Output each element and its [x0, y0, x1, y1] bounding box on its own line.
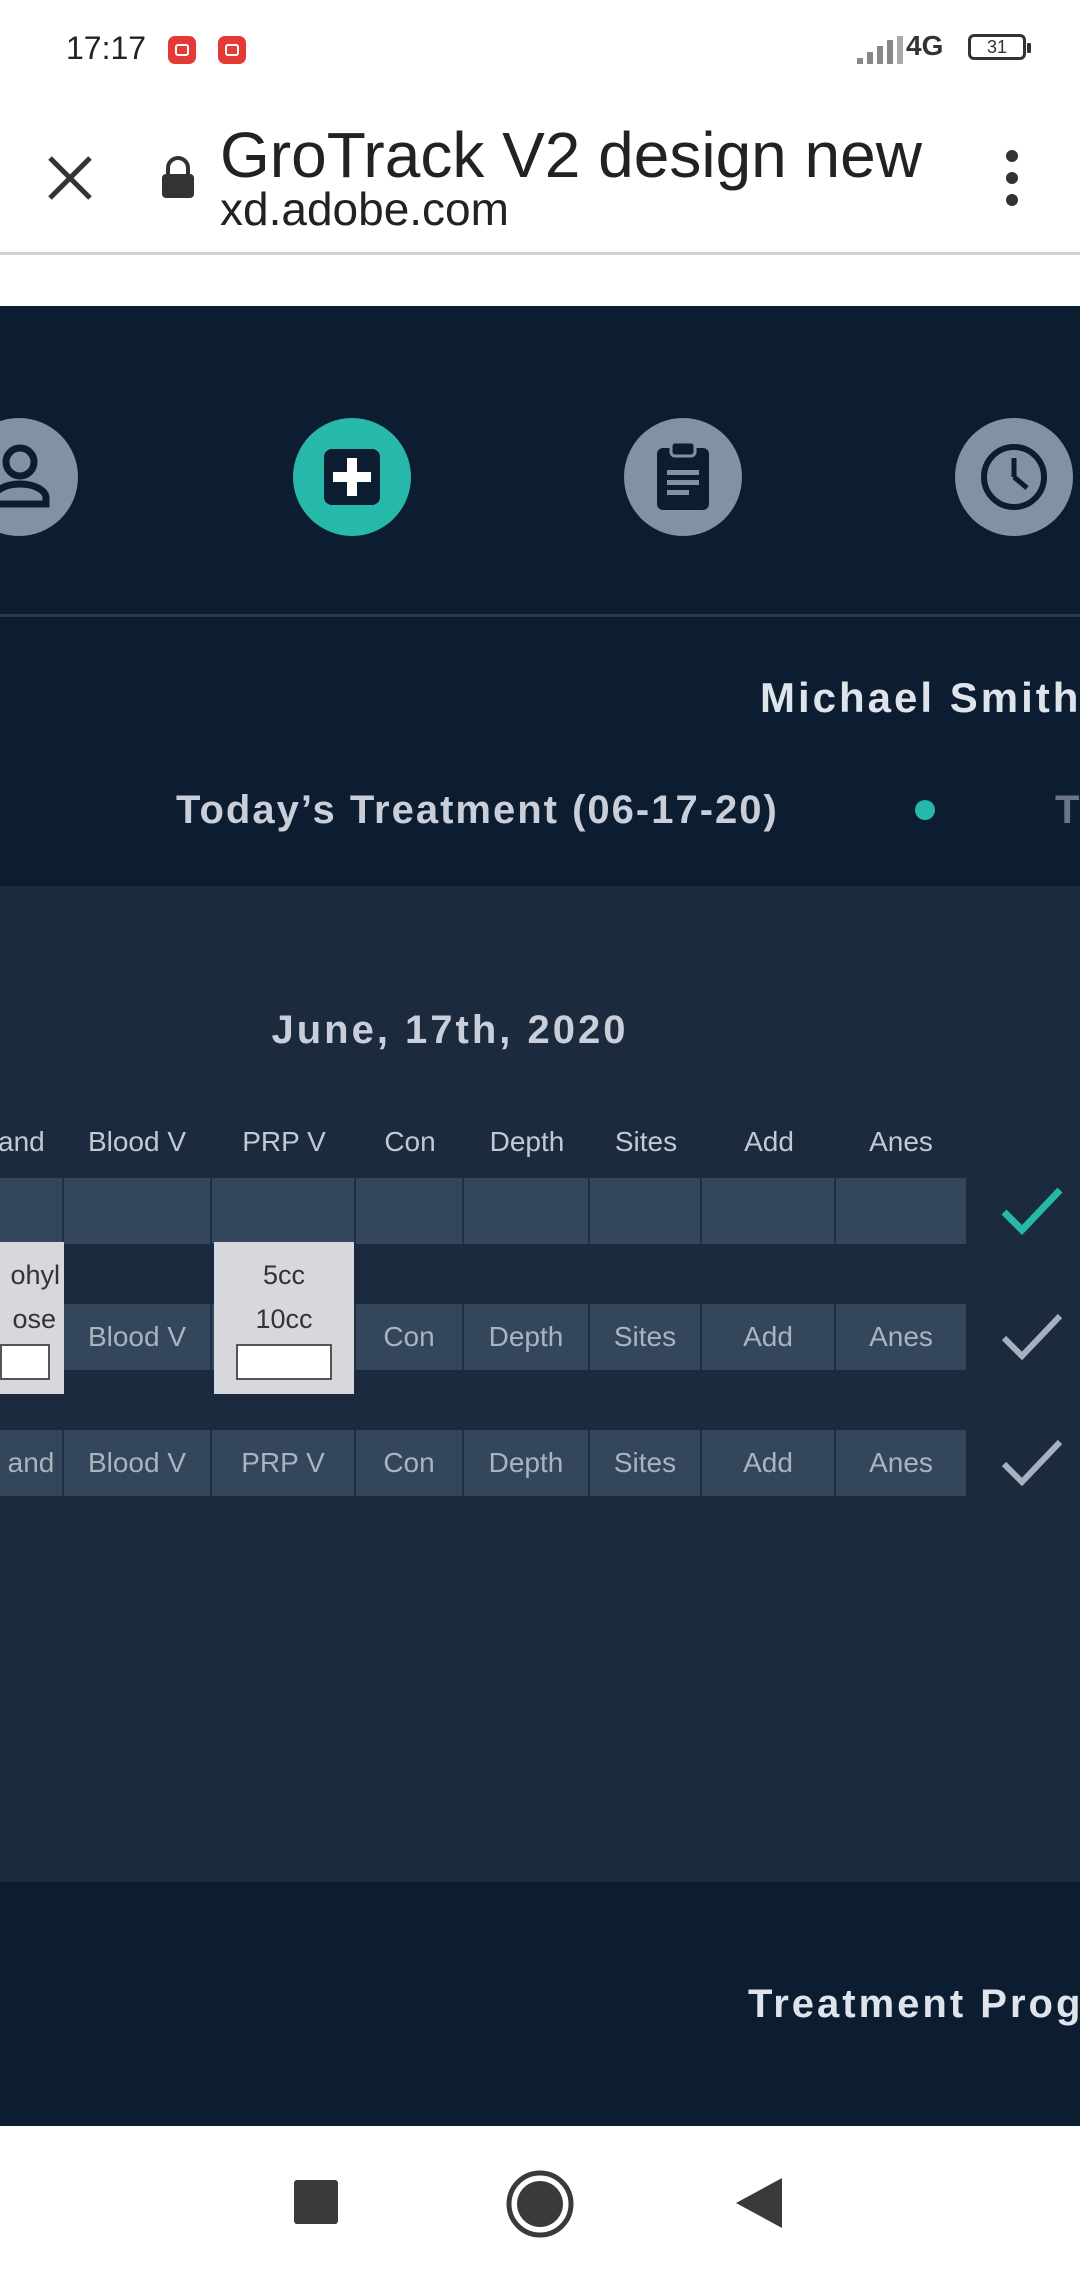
more-options-icon[interactable]	[996, 142, 1032, 214]
table-row[interactable]	[0, 1178, 966, 1244]
network-type: 4G	[906, 30, 944, 61]
clock-icon[interactable]	[955, 418, 1073, 536]
page-margin	[0, 255, 1080, 306]
back-icon[interactable]	[734, 2176, 784, 2230]
table-cell[interactable]: Con	[356, 1304, 464, 1370]
page-url[interactable]: xd.adobe.com	[220, 182, 509, 236]
check-icon[interactable]	[1000, 1436, 1064, 1490]
dropdown-popup[interactable]: ohyl ose	[0, 1242, 64, 1394]
table-cell[interactable]: Blood V	[64, 1430, 212, 1496]
active-tab-indicator	[915, 800, 935, 820]
column-header: Con	[384, 1126, 436, 1157]
check-icon[interactable]	[1000, 1184, 1064, 1238]
table-cell[interactable]	[0, 1178, 64, 1244]
system-nav-bar	[0, 2126, 1080, 2280]
browser-toolbar: GroTrack V2 design new xd.adobe.com	[0, 100, 1080, 255]
column-header: Sites	[614, 1126, 678, 1157]
table-cell[interactable]: Con	[356, 1430, 464, 1496]
table-cell[interactable]: Anes	[836, 1430, 966, 1496]
column-header: Add	[744, 1126, 794, 1157]
dropdown-input[interactable]	[236, 1344, 332, 1380]
tab-todays-treatment[interactable]: Today’s Treatment (06-17-20)	[176, 788, 779, 833]
home-icon[interactable]	[504, 2168, 576, 2240]
check-icon[interactable]	[1000, 1310, 1064, 1364]
person-icon[interactable]	[0, 418, 78, 536]
table-cell[interactable]	[356, 1178, 464, 1244]
close-icon[interactable]	[40, 148, 100, 208]
table-cell[interactable]: Sites	[590, 1304, 702, 1370]
column-header: Anes	[869, 1126, 933, 1157]
table-cell[interactable]: Depth	[464, 1304, 590, 1370]
page-title: GroTrack V2 design new	[220, 119, 922, 191]
table-cell[interactable]: Sites	[590, 1430, 702, 1496]
column-header: PRP V	[242, 1126, 326, 1157]
table-cell[interactable]: PRP V	[212, 1430, 356, 1496]
app-canvas: Michael Smith Today’s Treatment (06-17-2…	[0, 306, 1080, 2126]
clipboard-icon[interactable]	[624, 418, 742, 536]
table-cell[interactable]	[702, 1178, 836, 1244]
table-cell[interactable]: Blood V	[64, 1304, 212, 1370]
dropdown-option[interactable]: ose	[12, 1304, 56, 1335]
section-title: Treatment Progr	[748, 1982, 1080, 2026]
signal-icon	[857, 36, 903, 64]
table-row[interactable]: Blood V Con Depth Sites Add Anes	[0, 1304, 966, 1370]
table-cell[interactable]	[464, 1178, 590, 1244]
table-cell[interactable]	[64, 1178, 212, 1244]
table-cell[interactable]: Add	[702, 1304, 836, 1370]
divider	[0, 614, 1080, 617]
dropdown-option[interactable]: ohyl	[10, 1260, 60, 1291]
table-cell[interactable]	[212, 1178, 356, 1244]
notification-app-icon	[168, 36, 196, 64]
lock-icon	[162, 156, 194, 198]
medical-plus-icon[interactable]	[293, 418, 411, 536]
battery-icon: 31	[968, 34, 1031, 60]
column-header: Depth	[489, 1126, 565, 1157]
dropdown-option[interactable]: 5cc	[214, 1260, 354, 1291]
table-cell[interactable]: Add	[702, 1430, 836, 1496]
table-cell[interactable]	[590, 1178, 702, 1244]
prp-volume-dropdown[interactable]: 5cc 10cc	[214, 1242, 354, 1394]
table-cell[interactable]: and	[0, 1430, 64, 1496]
recent-apps-icon[interactable]	[292, 2178, 340, 2226]
dropdown-input[interactable]	[0, 1344, 50, 1380]
status-bar: 17:17 4G 31	[0, 0, 1080, 100]
notification-app-icon	[218, 36, 246, 64]
date-heading: June, 17th, 2020	[271, 1008, 629, 1052]
dropdown-option[interactable]: 10cc	[214, 1304, 354, 1335]
column-header: Blood V	[87, 1126, 187, 1157]
table-row[interactable]: and Blood V PRP V Con Depth Sites Add An…	[0, 1430, 966, 1496]
table-cell[interactable]	[836, 1178, 966, 1244]
table-cell[interactable]: Depth	[464, 1430, 590, 1496]
tab-next[interactable]: T	[1055, 788, 1079, 833]
table-cell[interactable]: Anes	[836, 1304, 966, 1370]
patient-name: Michael Smith	[760, 674, 1080, 721]
column-header: and	[0, 1126, 45, 1157]
status-time: 17:17	[66, 30, 147, 66]
